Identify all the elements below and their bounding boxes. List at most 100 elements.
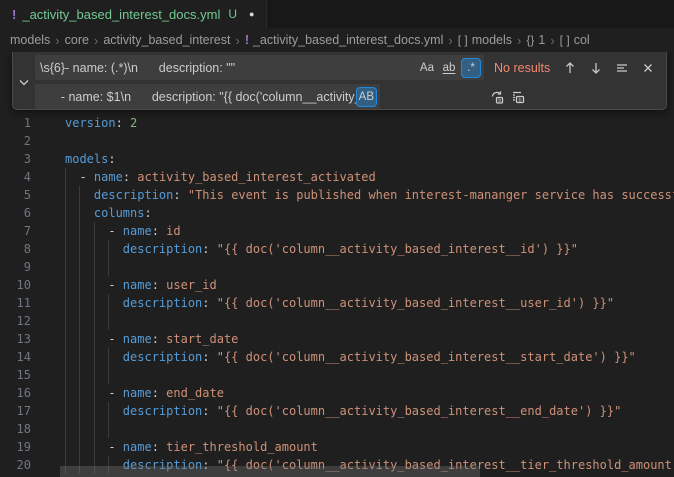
indent-guide	[65, 168, 66, 186]
toggle-replace-button[interactable]	[14, 72, 35, 93]
indent-guide	[94, 258, 95, 276]
indent-guide	[108, 240, 109, 258]
replace-all-button[interactable]: b	[507, 86, 528, 107]
code-line[interactable]: 18	[0, 420, 674, 438]
indent-guide	[65, 240, 66, 258]
line-number: 1	[0, 114, 47, 132]
indent-guide	[108, 402, 109, 420]
horizontal-scrollbar[interactable]	[60, 466, 480, 477]
code-line[interactable]: 7 - name: id	[0, 222, 674, 240]
line-number: 12	[0, 312, 47, 330]
indent-guide	[65, 402, 66, 420]
tab-activity-based-interest-docs[interactable]: ! _activity_based_interest_docs.yml U ●	[0, 0, 267, 28]
breadcrumb-label: 1	[538, 33, 545, 47]
replace-icon: b	[489, 89, 505, 105]
code-line[interactable]: 2	[0, 132, 674, 150]
replace-input[interactable]: - name: $1\n description: "{{ doc('colum…	[35, 84, 380, 109]
close-icon	[640, 60, 656, 76]
breadcrumb-item[interactable]: core	[65, 33, 89, 47]
breadcrumb-label: _activity_based_interest_docs.yml	[253, 33, 443, 47]
code-line[interactable]: 9	[0, 258, 674, 276]
whole-word-button[interactable]: ab	[439, 58, 459, 78]
find-previous-button[interactable]	[559, 57, 580, 78]
indent-guide	[108, 420, 109, 438]
code-line[interactable]: 3models:	[0, 150, 674, 168]
indent-guide	[108, 294, 109, 312]
breadcrumb-label: core	[65, 33, 89, 47]
yaml-file-icon: !	[12, 7, 16, 22]
indent-guide	[79, 312, 80, 330]
breadcrumb-label: activity_based_interest	[103, 33, 230, 47]
breadcrumb-label: col	[574, 33, 590, 47]
code-line[interactable]: 8 description: "{{ doc('column__activity…	[0, 240, 674, 258]
indent-guide	[79, 438, 80, 456]
code-line[interactable]: 16 - name: end_date	[0, 384, 674, 402]
code-line[interactable]: 6 columns:	[0, 204, 674, 222]
breadcrumb-item[interactable]: {}1	[526, 33, 545, 47]
indent-guide	[65, 366, 66, 384]
code-line[interactable]: 17 description: "{{ doc('column__activit…	[0, 402, 674, 420]
breadcrumb-item[interactable]: ! _activity_based_interest_docs.yml	[245, 33, 444, 47]
replace-button[interactable]: b	[486, 86, 507, 107]
line-number: 5	[0, 186, 47, 204]
indent-guide	[94, 276, 95, 294]
editor[interactable]: 1version: 223models:4 - name: activity_b…	[0, 52, 674, 477]
regex-button[interactable]: .*	[461, 58, 481, 78]
code-line[interactable]: 12	[0, 312, 674, 330]
arrow-up-icon	[562, 60, 578, 76]
line-number: 18	[0, 420, 47, 438]
indent-guide	[65, 294, 66, 312]
indent-guide	[79, 276, 80, 294]
line-number: 20	[0, 456, 47, 474]
breadcrumb-label: models	[10, 33, 50, 47]
find-in-selection-button[interactable]	[611, 57, 632, 78]
code-text: - name: activity_based_interest_activate…	[65, 168, 376, 186]
code-line[interactable]: 19 - name: tier_threshold_amount	[0, 438, 674, 456]
find-input-text: \s{6}- name: (.*)\n description: ""	[40, 61, 417, 75]
replace-row: - name: $1\n description: "{{ doc('colum…	[35, 84, 666, 109]
line-number: 19	[0, 438, 47, 456]
indent-guide	[65, 222, 66, 240]
breadcrumb-item[interactable]: [ ]models	[458, 33, 512, 47]
indent-guide	[79, 294, 80, 312]
code-line[interactable]: 5 description: "This event is published …	[0, 186, 674, 204]
chevron-down-icon	[16, 74, 32, 90]
indent-guide	[79, 330, 80, 348]
close-button[interactable]	[637, 57, 658, 78]
breadcrumb-item[interactable]: [ ] col	[560, 33, 590, 47]
indent-guide	[79, 240, 80, 258]
code-line[interactable]: 13 - name: start_date	[0, 330, 674, 348]
line-number: 11	[0, 294, 47, 312]
indent-guide	[94, 348, 95, 366]
modified-dot-icon[interactable]: ●	[249, 9, 254, 19]
breadcrumb-item[interactable]: activity_based_interest	[103, 33, 230, 47]
code-line[interactable]: 11 description: "{{ doc('column__activit…	[0, 294, 674, 312]
indent-guide	[65, 204, 66, 222]
yaml-file-icon: !	[245, 33, 249, 47]
code-line[interactable]: 15	[0, 366, 674, 384]
code-text: - name: user_id	[65, 276, 217, 294]
chevron-right-icon: ›	[517, 33, 521, 48]
match-case-button[interactable]: Aa	[417, 58, 437, 78]
preserve-case-button[interactable]: AB	[356, 87, 377, 107]
find-input[interactable]: \s{6}- name: (.*)\n description: "" Aa a…	[35, 55, 484, 80]
symbol-array-icon: [ ]	[560, 33, 570, 47]
breadcrumb-item[interactable]: models	[10, 33, 50, 47]
replace-all-icon: b	[510, 89, 526, 105]
breadcrumb: models›core›activity_based_interest›!_ac…	[0, 28, 674, 52]
code-line[interactable]: 14 description: "{{ doc('column__activit…	[0, 348, 674, 366]
indent-guide	[79, 222, 80, 240]
indent-guide	[79, 258, 80, 276]
code-line[interactable]: 1version: 2	[0, 114, 674, 132]
code-text: description: "{{ doc('column__activity_b…	[65, 348, 636, 366]
line-number: 13	[0, 330, 47, 348]
code-text: - name: tier_threshold_amount	[65, 438, 318, 456]
indent-guide	[65, 420, 66, 438]
results-count: No results	[494, 61, 550, 75]
line-number: 9	[0, 258, 47, 276]
code-line[interactable]: 10 - name: user_id	[0, 276, 674, 294]
find-next-button[interactable]	[585, 57, 606, 78]
code-line[interactable]: 4 - name: activity_based_interest_activa…	[0, 168, 674, 186]
indent-guide	[94, 420, 95, 438]
indent-guide	[79, 186, 80, 204]
